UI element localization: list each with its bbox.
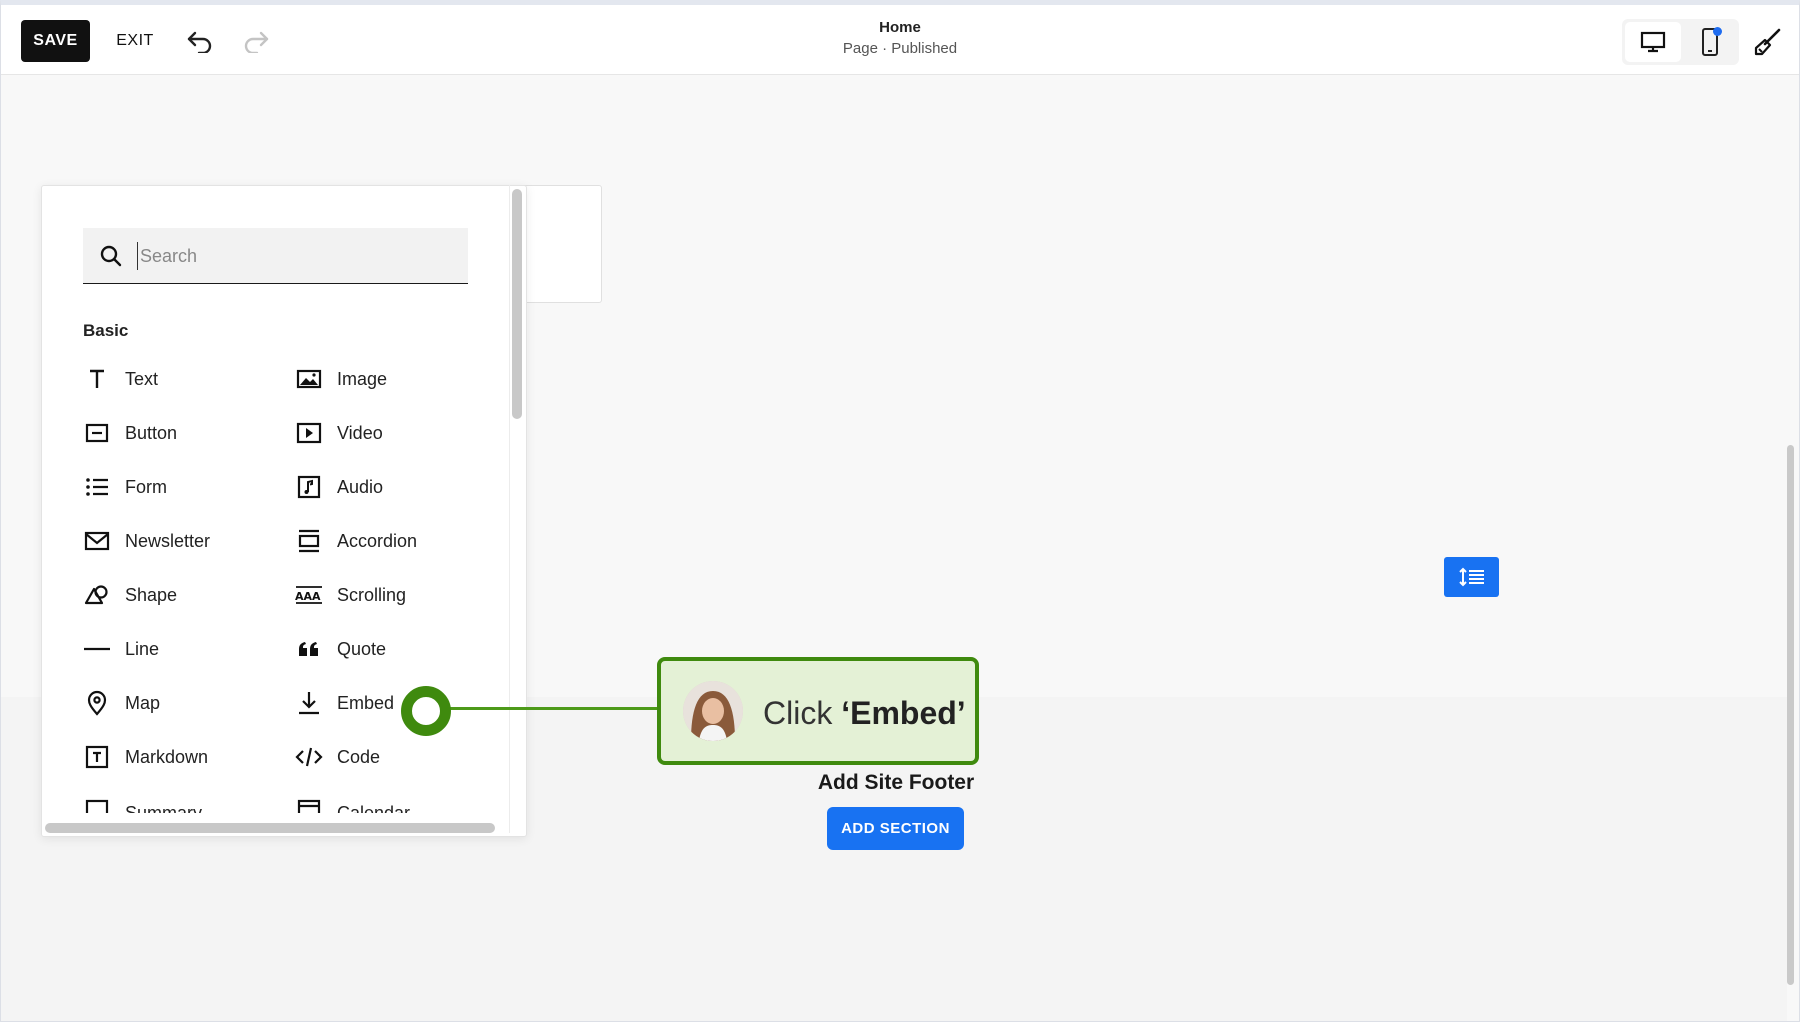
section-title-basic: Basic (83, 321, 129, 340)
block-item-label: Embed (337, 692, 395, 713)
accordion-icon (298, 529, 320, 553)
audio-icon (297, 475, 321, 499)
block-item-embed[interactable]: Embed (295, 683, 394, 723)
block-item-label: Form (125, 476, 167, 497)
block-item-button[interactable]: Button (83, 413, 177, 453)
block-item-label: Markdown (125, 746, 209, 767)
callout-prefix: Click (763, 695, 842, 731)
markdown-icon (85, 745, 109, 769)
panel-horizontal-scrollbar[interactable] (45, 823, 495, 833)
block-item-line[interactable]: Line (83, 629, 159, 669)
calendar-icon (297, 799, 321, 813)
editor-window: SAVE EXIT Home Page · Published Add Site… (0, 0, 1800, 1022)
desktop-icon (1640, 31, 1666, 53)
form-icon (86, 478, 108, 496)
block-item-markdown[interactable]: Markdown (83, 737, 208, 777)
shape-icon (84, 585, 108, 605)
image-icon (296, 369, 322, 389)
desktop-view-button[interactable] (1625, 22, 1681, 62)
svg-text:AAA: AAA (295, 590, 321, 603)
block-item-shape[interactable]: Shape (83, 575, 177, 615)
block-item-audio[interactable]: Audio (295, 467, 383, 507)
block-item-text[interactable]: Text (83, 359, 158, 399)
block-item-scrolling[interactable]: AAA Scrolling (295, 575, 406, 615)
section-spacing-icon (1458, 567, 1484, 587)
block-item-label: Quote (337, 638, 387, 659)
block-item-label: Scrolling (337, 584, 407, 605)
top-toolbar: SAVE EXIT Home Page · Published (1, 5, 1799, 75)
block-item-map[interactable]: Map (83, 683, 160, 723)
block-item-video[interactable]: Video (295, 413, 383, 453)
search-icon (100, 245, 122, 267)
page-scrollbar[interactable] (1787, 445, 1794, 985)
text-icon (90, 369, 104, 388)
video-icon (296, 422, 322, 444)
notification-dot (1713, 27, 1722, 36)
block-item-accordion[interactable]: Accordion (295, 521, 417, 561)
avatar (683, 681, 743, 741)
callout-target: ‘Embed’ (841, 695, 966, 731)
block-item-label: Button (125, 422, 178, 443)
block-item-code[interactable]: Code (295, 737, 380, 777)
button-icon (85, 423, 109, 443)
mobile-view-button[interactable] (1684, 22, 1736, 62)
block-item-label: Audio (337, 476, 384, 497)
block-item-newsletter[interactable]: Newsletter (83, 521, 210, 561)
block-item-label: Calendar (337, 803, 411, 813)
embed-icon (299, 692, 319, 715)
block-item-label: Map (125, 692, 161, 713)
code-icon (295, 747, 323, 767)
tutorial-callout: Click ‘Embed’ (657, 657, 979, 765)
panel-divider (509, 185, 510, 833)
summary-icon (85, 799, 109, 813)
block-item-calendar[interactable]: Calendar (295, 791, 410, 813)
line-icon (84, 647, 110, 651)
block-item-quote[interactable]: Quote (295, 629, 386, 669)
block-item-label: Summary (125, 803, 203, 813)
add-site-footer-heading: Add Site Footer (817, 771, 975, 794)
callout-connector (448, 707, 658, 710)
paintbrush-icon[interactable] (1753, 27, 1783, 57)
page-title: Home (879, 19, 921, 36)
block-search (83, 228, 468, 284)
map-icon (87, 690, 107, 716)
callout-text: Click ‘Embed’ (763, 695, 966, 732)
block-item-label: Text (125, 368, 159, 389)
page-status: Page · Published (842, 40, 958, 57)
block-item-label: Accordion (337, 530, 418, 551)
quote-icon (299, 642, 318, 656)
block-item-form[interactable]: Form (83, 467, 167, 507)
search-input[interactable] (137, 242, 437, 270)
block-item-label: Shape (125, 584, 178, 605)
block-item-label: Code (337, 746, 381, 767)
section-spacing-button[interactable] (1444, 557, 1499, 597)
block-item-summary[interactable]: Summary (83, 791, 202, 813)
add-section-button[interactable]: ADD SECTION (827, 807, 964, 850)
block-item-label: Newsletter (125, 530, 211, 551)
block-item-label: Video (337, 422, 383, 443)
newsletter-icon (84, 531, 110, 551)
scrolling-icon: AAA (295, 586, 322, 604)
block-item-image[interactable]: Image (295, 359, 387, 399)
click-target-marker (401, 686, 451, 736)
block-item-label: Line (125, 638, 160, 659)
block-item-label: Image (337, 368, 388, 389)
panel-vertical-scrollbar[interactable] (512, 189, 522, 419)
